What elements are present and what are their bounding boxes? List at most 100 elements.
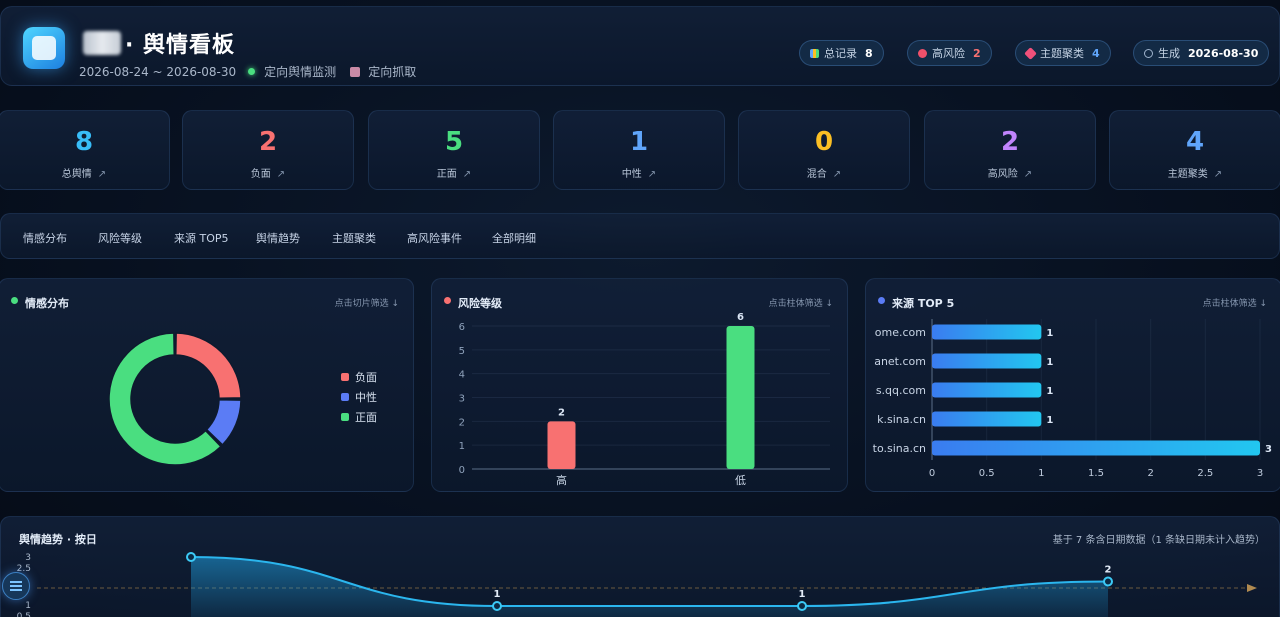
source-panel: 来源 TOP 5 点击柱体筛选 ↓ 0 0.5 1 1.5 2 2.5 3 1 ome.com 1… bbox=[865, 278, 1280, 492]
badge-high-risk[interactable]: 高风险 2 bbox=[907, 40, 992, 66]
stat-value: 2 bbox=[258, 127, 278, 157]
green-dot-icon bbox=[248, 68, 256, 75]
stat-label-row: 高风险 ↗ bbox=[925, 165, 1095, 180]
badge-label: 高风险 bbox=[932, 47, 965, 60]
stat-card-high-risk[interactable]: 2 高风险 ↗ bbox=[924, 110, 1096, 190]
stat-label-row: 混合 ↗ bbox=[739, 165, 909, 180]
legend-label: 正面 bbox=[355, 411, 377, 424]
tab-high-risk-events[interactable]: 高风险事件 bbox=[407, 230, 462, 246]
source-bar[interactable] bbox=[932, 353, 1042, 369]
risk-bar[interactable] bbox=[547, 421, 576, 469]
badge-generated[interactable]: 生成 2026-08-30 bbox=[1133, 40, 1270, 66]
legend-item-negative[interactable]: 负面 bbox=[341, 369, 389, 385]
y-tick-label: 0.5 bbox=[17, 612, 31, 617]
source-bar[interactable] bbox=[932, 382, 1042, 398]
tab-source-top5[interactable]: 来源 TOP5 bbox=[174, 230, 229, 246]
monitor-label: 定向舆情监测 bbox=[264, 65, 337, 79]
title-wrap: · 舆情看板 bbox=[83, 27, 235, 59]
sentiment-panel: 情感分布 点击切片筛选 ↓ 负面 中性 正面 bbox=[0, 278, 414, 492]
stat-value: 8 bbox=[74, 127, 94, 157]
x-tick-label: 2 bbox=[1147, 468, 1153, 479]
risk-bar-chart[interactable]: 0 1 2 3 4 5 6 2 高 6 低 bbox=[432, 279, 849, 493]
x-tick-label: 0.5 bbox=[979, 468, 995, 479]
arrow-up-right-icon: ↗ bbox=[97, 169, 107, 180]
stat-card-topic-cluster[interactable]: 4 主题聚类 ↗ bbox=[1109, 110, 1280, 190]
date-range: 2026-08-24 ~ 2026-08-30 bbox=[79, 64, 237, 79]
legend-item-neutral[interactable]: 中性 bbox=[341, 389, 389, 405]
arrow-up-right-icon: ↗ bbox=[1023, 169, 1033, 180]
badge-label: 生成 bbox=[1158, 47, 1180, 60]
list-icon bbox=[10, 585, 22, 587]
risk-panel: 风险等级 点击柱体筛选 ↓ 01234562高6低 bbox=[431, 278, 848, 492]
legend-swatch bbox=[341, 393, 349, 401]
arrow-up-right-icon: ↗ bbox=[276, 169, 286, 180]
stat-label: 正面 bbox=[436, 169, 457, 180]
trend-point[interactable] bbox=[1103, 576, 1113, 587]
y-tick-label: 4 bbox=[459, 370, 465, 381]
y-tick-label: k.sina.cn bbox=[877, 413, 926, 426]
risk-bar[interactable] bbox=[726, 326, 755, 469]
stat-value: 5 bbox=[444, 127, 464, 157]
stat-card-positive[interactable]: 5 正面 ↗ bbox=[368, 110, 540, 190]
stat-label-row: 负面 ↗ bbox=[183, 165, 353, 180]
badge-value: 2 bbox=[973, 46, 981, 60]
trend-point[interactable] bbox=[797, 601, 807, 611]
badge-label: 总记录 bbox=[824, 47, 857, 60]
point-value-label: 1 bbox=[799, 589, 806, 600]
bar-value-label: 2 bbox=[558, 407, 565, 418]
axis-arrow-icon bbox=[1247, 584, 1257, 592]
stat-card-total[interactable]: 8 总舆情 ↗ bbox=[0, 110, 170, 190]
trend-line-chart[interactable]: 32.510.51 12 bbox=[1, 517, 1280, 617]
point-value-label: 2 bbox=[1105, 565, 1112, 576]
subtitle-row: 2026-08-24 ~ 2026-08-30 定向舆情监测 定向抓取 bbox=[79, 63, 416, 80]
y-tick-label: 0 bbox=[459, 465, 465, 476]
stat-value: 2 bbox=[1000, 127, 1020, 157]
page-title: · 舆情看板 bbox=[125, 33, 236, 58]
bar-value-label: 1 bbox=[1046, 415, 1053, 426]
stat-card-negative[interactable]: 2 负面 ↗ bbox=[182, 110, 354, 190]
donut-legend: 负面 中性 正面 bbox=[341, 369, 389, 429]
red-dot-icon bbox=[918, 48, 927, 58]
stat-card-mixed[interactable]: 0 混合 ↗ bbox=[738, 110, 910, 190]
tab-bar: 情感分布 风险等级 来源 TOP5 舆情趋势 主题聚类 高风险事件 全部明细 bbox=[0, 213, 1280, 259]
badge-topic-cluster[interactable]: 主题聚类 4 bbox=[1015, 40, 1111, 66]
stat-label: 混合 bbox=[806, 169, 827, 180]
tab-topic-cluster[interactable]: 主题聚类 bbox=[332, 230, 376, 246]
tab-all-details[interactable]: 全部明细 bbox=[492, 230, 536, 246]
stat-value: 0 bbox=[814, 127, 834, 157]
stat-label: 负面 bbox=[250, 169, 271, 180]
trend-area bbox=[191, 557, 1108, 617]
trend-point[interactable] bbox=[492, 601, 502, 611]
pin-icon bbox=[1024, 46, 1037, 60]
badge-total-records[interactable]: 总记录 8 bbox=[799, 40, 884, 66]
y-tick-label: 1 bbox=[25, 601, 31, 611]
source-bar[interactable] bbox=[932, 411, 1042, 427]
legend-label: 中性 bbox=[355, 391, 377, 404]
y-tick-label: anet.com bbox=[874, 355, 926, 368]
y-tick-label: ome.com bbox=[875, 326, 926, 339]
crawler-icon bbox=[350, 66, 361, 77]
legend-item-positive[interactable]: 正面 bbox=[341, 409, 389, 425]
source-bar[interactable] bbox=[932, 324, 1042, 340]
tab-trend[interactable]: 舆情趋势 bbox=[256, 230, 300, 246]
tab-risk-level[interactable]: 风险等级 bbox=[98, 230, 142, 246]
badge-value: 8 bbox=[865, 46, 873, 60]
legend-swatch bbox=[341, 413, 349, 421]
stat-label-row: 中性 ↗ bbox=[554, 165, 724, 180]
stat-label-row: 主题聚类 ↗ bbox=[1110, 165, 1280, 180]
donut-slice-0[interactable] bbox=[175, 332, 242, 399]
legend-swatch bbox=[341, 373, 349, 381]
trend-point[interactable] bbox=[186, 552, 196, 562]
redacted-name bbox=[83, 31, 121, 55]
stat-value: 1 bbox=[629, 127, 649, 157]
stat-label: 总舆情 bbox=[61, 169, 92, 180]
menu-fab-button[interactable] bbox=[2, 572, 30, 600]
source-bar-chart[interactable]: 0 0.5 1 1.5 2 2.5 3 1 ome.com 1 anet.com 1 s.qq.com 1… bbox=[866, 279, 1280, 493]
stat-label: 高风险 bbox=[987, 169, 1018, 180]
tab-sentiment[interactable]: 情感分布 bbox=[23, 230, 67, 246]
arrow-up-right-icon: ↗ bbox=[462, 169, 472, 180]
stat-value: 4 bbox=[1185, 127, 1205, 157]
source-bar[interactable] bbox=[932, 440, 1260, 456]
y-tick-label: 3 bbox=[25, 553, 31, 563]
stat-card-neutral[interactable]: 1 中性 ↗ bbox=[553, 110, 725, 190]
